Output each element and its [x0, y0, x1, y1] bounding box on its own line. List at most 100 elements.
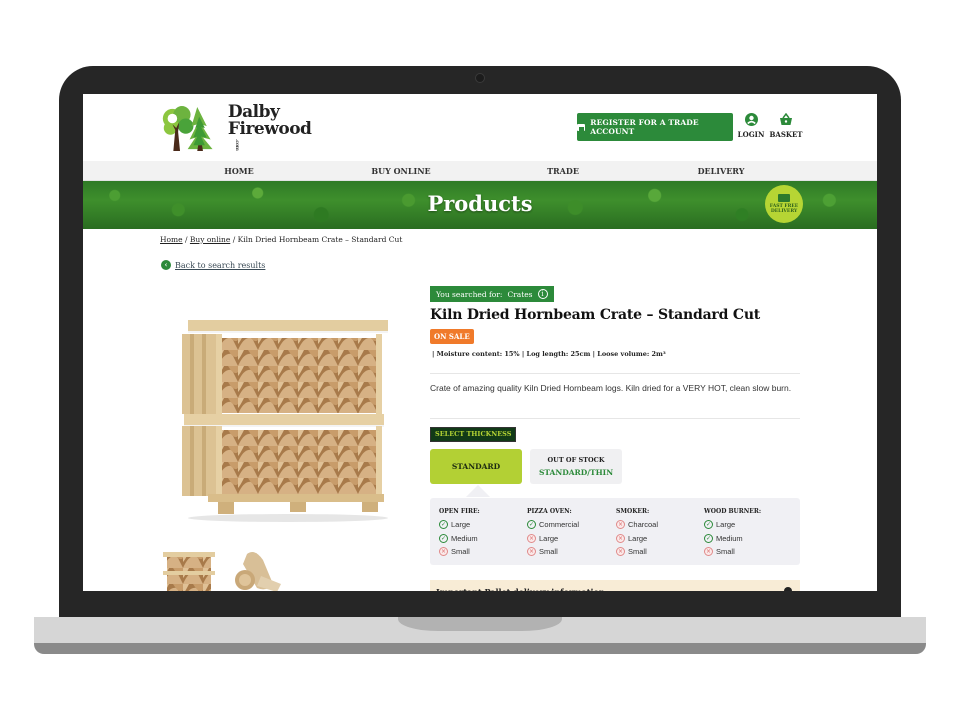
- suitability-open-fire: OPEN FIRE: ✓ Large ✓ Medium × Small: [439, 508, 480, 559]
- breadcrumb-home[interactable]: Home: [160, 235, 183, 244]
- truck-icon: [778, 194, 790, 202]
- suitability-item: × Small: [616, 545, 658, 559]
- login-button[interactable]: LOGIN: [737, 113, 765, 139]
- badge-line-2: DELIVERY: [770, 209, 798, 214]
- suitability-pizza-oven: PIZZA OVEN: ✓ Commercial × Large × Small: [527, 508, 579, 559]
- product-title: Kiln Dried Hornbeam Crate – Standard Cut: [430, 307, 761, 323]
- on-sale-badge: ON SALE: [430, 329, 474, 344]
- suitability-label: Large: [628, 533, 648, 543]
- suitability-heading: PIZZA OVEN:: [527, 508, 572, 515]
- fast-free-delivery-badge: FAST FREE DELIVERY: [765, 185, 803, 223]
- back-arrow-icon: ‹: [161, 260, 171, 270]
- login-label: LOGIN: [737, 130, 765, 139]
- search-prefix: You searched for:: [436, 289, 503, 299]
- laptop-base-edge: [34, 643, 926, 654]
- search-term-badge: You searched for: Crates i: [430, 286, 554, 302]
- suitability-label: Small: [716, 547, 735, 557]
- suitability-label: Commercial: [539, 520, 580, 530]
- camera-icon: [475, 73, 485, 83]
- logo-line-2: Firewood: [227, 118, 312, 139]
- check-icon: ✓: [439, 520, 448, 530]
- option-standard-thin[interactable]: OUT OF STOCK STANDARD/THIN: [530, 449, 622, 484]
- suitability-item: ✓ Large: [439, 518, 480, 532]
- suitability-label: Large: [539, 533, 559, 543]
- selection-pointer: [466, 485, 490, 497]
- product-image[interactable]: [178, 318, 390, 522]
- cross-icon: ×: [704, 547, 713, 557]
- suitability-label: Small: [628, 547, 647, 557]
- nav-trade[interactable]: TRADE: [547, 166, 579, 176]
- suitability-label: Large: [716, 520, 736, 530]
- suitability-heading: OPEN FIRE:: [439, 508, 480, 515]
- check-icon: ✓: [704, 520, 713, 530]
- banner-title: Products: [427, 191, 533, 216]
- trade-button-label: REGISTER FOR A TRADE ACCOUNT: [590, 118, 699, 136]
- suitability-panel: OPEN FIRE: ✓ Large ✓ Medium × Small PIZZA O…: [430, 498, 800, 565]
- cross-icon: ×: [439, 547, 448, 557]
- breadcrumb-separator: /: [185, 235, 188, 244]
- cross-icon: ×: [616, 533, 625, 543]
- cross-icon: ×: [527, 533, 536, 543]
- laptop-notch: [398, 617, 562, 631]
- divider: [430, 373, 800, 374]
- suitability-label: Large: [451, 520, 471, 530]
- search-term: Crates: [507, 289, 533, 299]
- logo-wordmark: Dalby Firewood.com: [227, 103, 324, 155]
- suitability-heading: WOOD BURNER:: [704, 508, 762, 515]
- info-icon[interactable]: i: [537, 289, 548, 299]
- suitability-label: Medium: [716, 533, 743, 543]
- product-thumbnail-logs[interactable]: [233, 550, 283, 591]
- nav-buy-online[interactable]: BUY ONLINE: [371, 166, 430, 176]
- register-trade-account-button[interactable]: REGISTER FOR A TRADE ACCOUNT: [577, 113, 733, 141]
- browser-screen: Dalby Firewood.com REGISTER FOR A TRADE …: [83, 94, 877, 591]
- products-banner: Products FAST FREE DELIVERY: [83, 181, 877, 229]
- suitability-label: Small: [539, 547, 558, 557]
- suitability-item: × Large: [527, 532, 579, 546]
- suitability-label: Charcoal: [628, 520, 659, 530]
- product-thumbnail-crate[interactable]: [163, 552, 215, 591]
- breadcrumb: Home / Buy online / Kiln Dried Hornbeam …: [160, 235, 402, 244]
- basket-button[interactable]: BASKET: [769, 113, 803, 139]
- suitability-item: × Small: [704, 545, 761, 559]
- suitability-label: Medium: [451, 533, 478, 543]
- logo-suffix: .com: [233, 139, 240, 151]
- delivery-info-accordion[interactable]: Important Pallet delivery information: [430, 580, 800, 591]
- suitability-item: ✓ Medium: [439, 532, 480, 546]
- suitability-item: × Large: [616, 532, 658, 546]
- main-nav: HOME BUY ONLINE TRADE DELIVERY: [83, 161, 877, 181]
- tree-logo-icon: [162, 106, 213, 151]
- product-description: Crate of amazing quality Kiln Dried Horn…: [430, 383, 792, 393]
- suitability-smoker: SMOKER: × Charcoal × Large × Small: [616, 508, 658, 559]
- back-to-search-link[interactable]: ‹ Back to search results: [161, 260, 265, 270]
- cross-icon: ×: [616, 520, 625, 530]
- suitability-item: × Small: [439, 545, 480, 559]
- breadcrumb-current: Kiln Dried Hornbeam Crate – Standard Cut: [237, 235, 403, 244]
- nav-home[interactable]: HOME: [224, 166, 253, 176]
- product-specs: | Moisture content: 15% | Log length: 25…: [432, 350, 666, 358]
- accordion-title: Important Pallet delivery information: [436, 587, 605, 591]
- suitability-item: × Charcoal: [616, 518, 658, 532]
- option-standard[interactable]: STANDARD: [430, 449, 522, 484]
- basket-icon: [780, 113, 792, 125]
- option-standard-thin-label: STANDARD/THIN: [538, 468, 614, 477]
- cross-icon: ×: [527, 547, 536, 557]
- divider: [430, 418, 800, 419]
- breadcrumb-buy-online[interactable]: Buy online: [190, 235, 230, 244]
- out-of-stock-label: OUT OF STOCK: [547, 456, 605, 464]
- back-link-label: Back to search results: [175, 260, 266, 270]
- site-header: Dalby Firewood.com REGISTER FOR A TRADE …: [83, 94, 877, 161]
- check-icon: ✓: [527, 520, 536, 530]
- accordion-toggle-icon: [784, 587, 792, 591]
- suitability-wood-burner: WOOD BURNER: ✓ Large ✓ Medium × Small: [704, 508, 761, 559]
- option-standard-label: STANDARD: [451, 462, 501, 471]
- nav-delivery[interactable]: DELIVERY: [698, 166, 745, 176]
- suitability-item: ✓ Large: [704, 518, 761, 532]
- check-icon: ✓: [704, 533, 713, 543]
- site-logo[interactable]: Dalby Firewood.com: [159, 102, 324, 156]
- cross-icon: ×: [616, 547, 625, 557]
- breadcrumb-separator: /: [232, 235, 236, 244]
- store-icon: [577, 123, 586, 131]
- suitability-item: × Small: [527, 545, 579, 559]
- suitability-label: Small: [451, 547, 470, 557]
- check-icon: ✓: [439, 533, 448, 543]
